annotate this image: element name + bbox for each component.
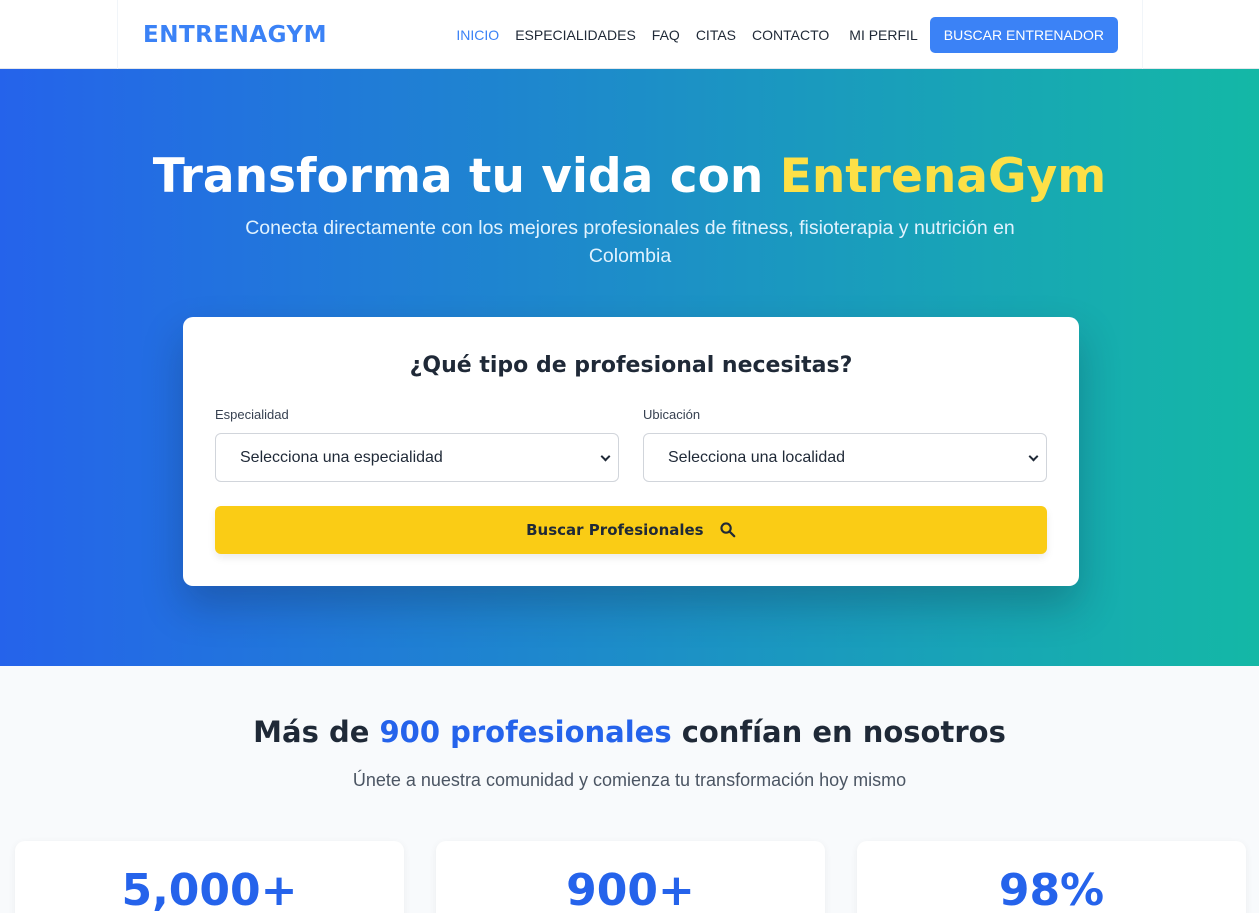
navbar-container: ENTRENAGYM INICIO ESPECIALIDADES FAQ CIT… [117, 0, 1143, 69]
specialty-select-value: Selecciona una especialidad [240, 449, 443, 466]
stats-subtitle: Únete a nuestra comunidad y comienza tu … [352, 770, 907, 790]
search-button-label: Buscar Profesionales [526, 521, 704, 539]
find-trainer-button[interactable]: BUSCAR ENTRENADOR [929, 17, 1118, 53]
specialty-label: Especialidad [215, 407, 289, 422]
location-select[interactable]: Selecciona una localidad [643, 433, 1047, 482]
nav-link-contacto[interactable]: CONTACTO [752, 27, 829, 43]
stats-title-accent: 900 profesionales [379, 715, 672, 749]
stat-value: 98% [998, 865, 1105, 913]
nav-link-inicio[interactable]: INICIO [456, 27, 499, 43]
stat-value: 900+ [566, 865, 695, 913]
nav-link-faq[interactable]: FAQ [652, 27, 680, 43]
chevron-down-icon [600, 451, 611, 462]
stat-card-users: 5,000+ [15, 841, 404, 913]
stats-section: Más de 900 profesionales confían en noso… [0, 666, 1259, 913]
stats-title-suffix: confían en nosotros [671, 715, 1006, 749]
search-professionals-button[interactable]: Buscar Profesionales [215, 506, 1047, 554]
stat-value: 5,000+ [121, 865, 298, 913]
nav-links: INICIO ESPECIALIDADES FAQ CITAS CONTACTO… [440, 17, 1118, 53]
hero-title-prefix: Transforma tu vida con [152, 149, 780, 204]
search-card: ¿Qué tipo de profesional necesitas? Espe… [183, 317, 1079, 586]
hero-title: Transforma tu vida con EntrenaGym [0, 149, 1259, 204]
brand-logo[interactable]: ENTRENAGYM [143, 22, 327, 48]
stat-card-satisfaction: 98% [857, 841, 1246, 913]
chevron-down-icon [1028, 451, 1039, 462]
location-label: Ubicación [643, 407, 701, 422]
hero-subtitle: Conecta directamente con los mejores pro… [245, 217, 1015, 267]
stat-card-professionals: 900+ [436, 841, 825, 913]
hero-title-accent: EntrenaGym [779, 149, 1107, 204]
search-card-title: ¿Qué tipo de profesional necesitas? [409, 353, 853, 378]
hero-section: Transforma tu vida con EntrenaGym Conect… [0, 69, 1259, 666]
stats-title-prefix: Más de [253, 715, 380, 749]
location-select-value: Selecciona una localidad [668, 449, 846, 466]
specialty-select[interactable]: Selecciona una especialidad [215, 433, 619, 482]
search-icon [720, 522, 736, 538]
nav-link-citas[interactable]: CITAS [696, 27, 736, 43]
nav-link-especialidades[interactable]: ESPECIALIDADES [515, 27, 636, 43]
stats-title: Más de 900 profesionales confían en noso… [0, 715, 1259, 749]
navbar: ENTRENAGYM INICIO ESPECIALIDADES FAQ CIT… [0, 0, 1259, 69]
nav-link-mi-perfil[interactable]: MI PERFIL [849, 27, 917, 43]
